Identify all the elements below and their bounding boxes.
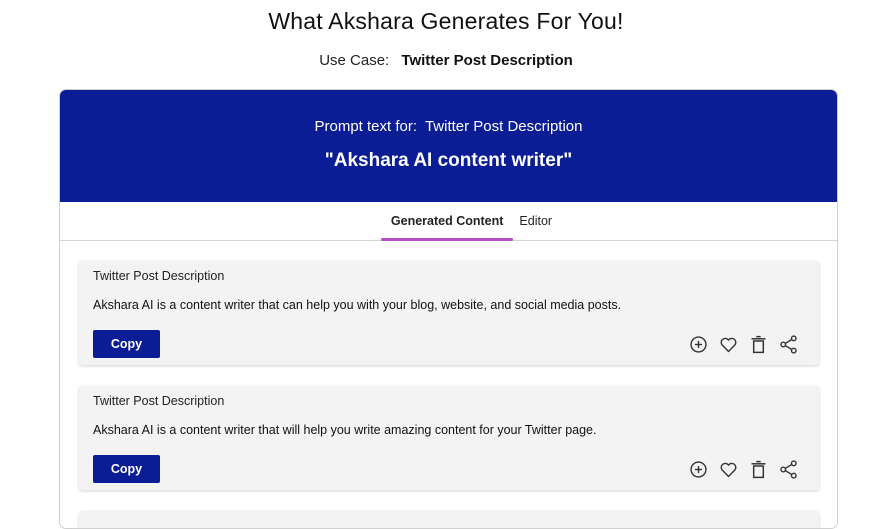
results-list: Twitter Post Description Akshara AI is a… xyxy=(60,241,837,528)
result-title: Twitter Post Description xyxy=(93,394,225,408)
result-text: Akshara AI is a content writer that will… xyxy=(93,423,597,437)
heart-icon[interactable] xyxy=(718,459,739,480)
result-card: Twitter Post Description Akshara AI is a… xyxy=(79,261,819,365)
prompt-for-value: Twitter Post Description xyxy=(424,118,583,135)
heart-icon[interactable] xyxy=(718,334,739,355)
add-circle-icon[interactable] xyxy=(688,459,709,480)
share-icon[interactable] xyxy=(778,334,799,355)
use-case-label: Use Case: xyxy=(319,52,390,69)
trash-icon[interactable] xyxy=(748,459,769,480)
tab-editor[interactable]: Editor xyxy=(511,214,560,240)
result-text: Akshara AI is a content writer that can … xyxy=(93,298,622,312)
result-title: Twitter Post Description xyxy=(93,269,225,283)
prompt-text: "Akshara AI content writer" xyxy=(324,150,573,171)
page-title: What Akshara Generates For You! xyxy=(268,8,624,34)
prompt-banner: Prompt text for: Twitter Post Descriptio… xyxy=(60,90,837,202)
use-case-value: Twitter Post Description xyxy=(401,52,573,69)
prompt-for-label: Prompt text for: xyxy=(314,118,418,135)
result-card: Twitter Post Description Akshara AI is a… xyxy=(79,386,819,490)
prompt-for-line: Prompt text for: Twitter Post Descriptio… xyxy=(60,90,837,135)
tab-generated-content[interactable]: Generated Content xyxy=(380,214,513,241)
tab-bar: Generated Content Editor xyxy=(60,202,837,241)
result-actions xyxy=(688,334,799,355)
results-panel: Prompt text for: Twitter Post Descriptio… xyxy=(59,89,838,529)
add-circle-icon[interactable] xyxy=(688,334,709,355)
result-actions xyxy=(688,459,799,480)
copy-button[interactable]: Copy xyxy=(93,455,160,483)
copy-button[interactable]: Copy xyxy=(93,330,160,358)
use-case-line: Use Case: Twitter Post Description xyxy=(0,52,892,69)
share-icon[interactable] xyxy=(778,459,799,480)
trash-icon[interactable] xyxy=(748,334,769,355)
